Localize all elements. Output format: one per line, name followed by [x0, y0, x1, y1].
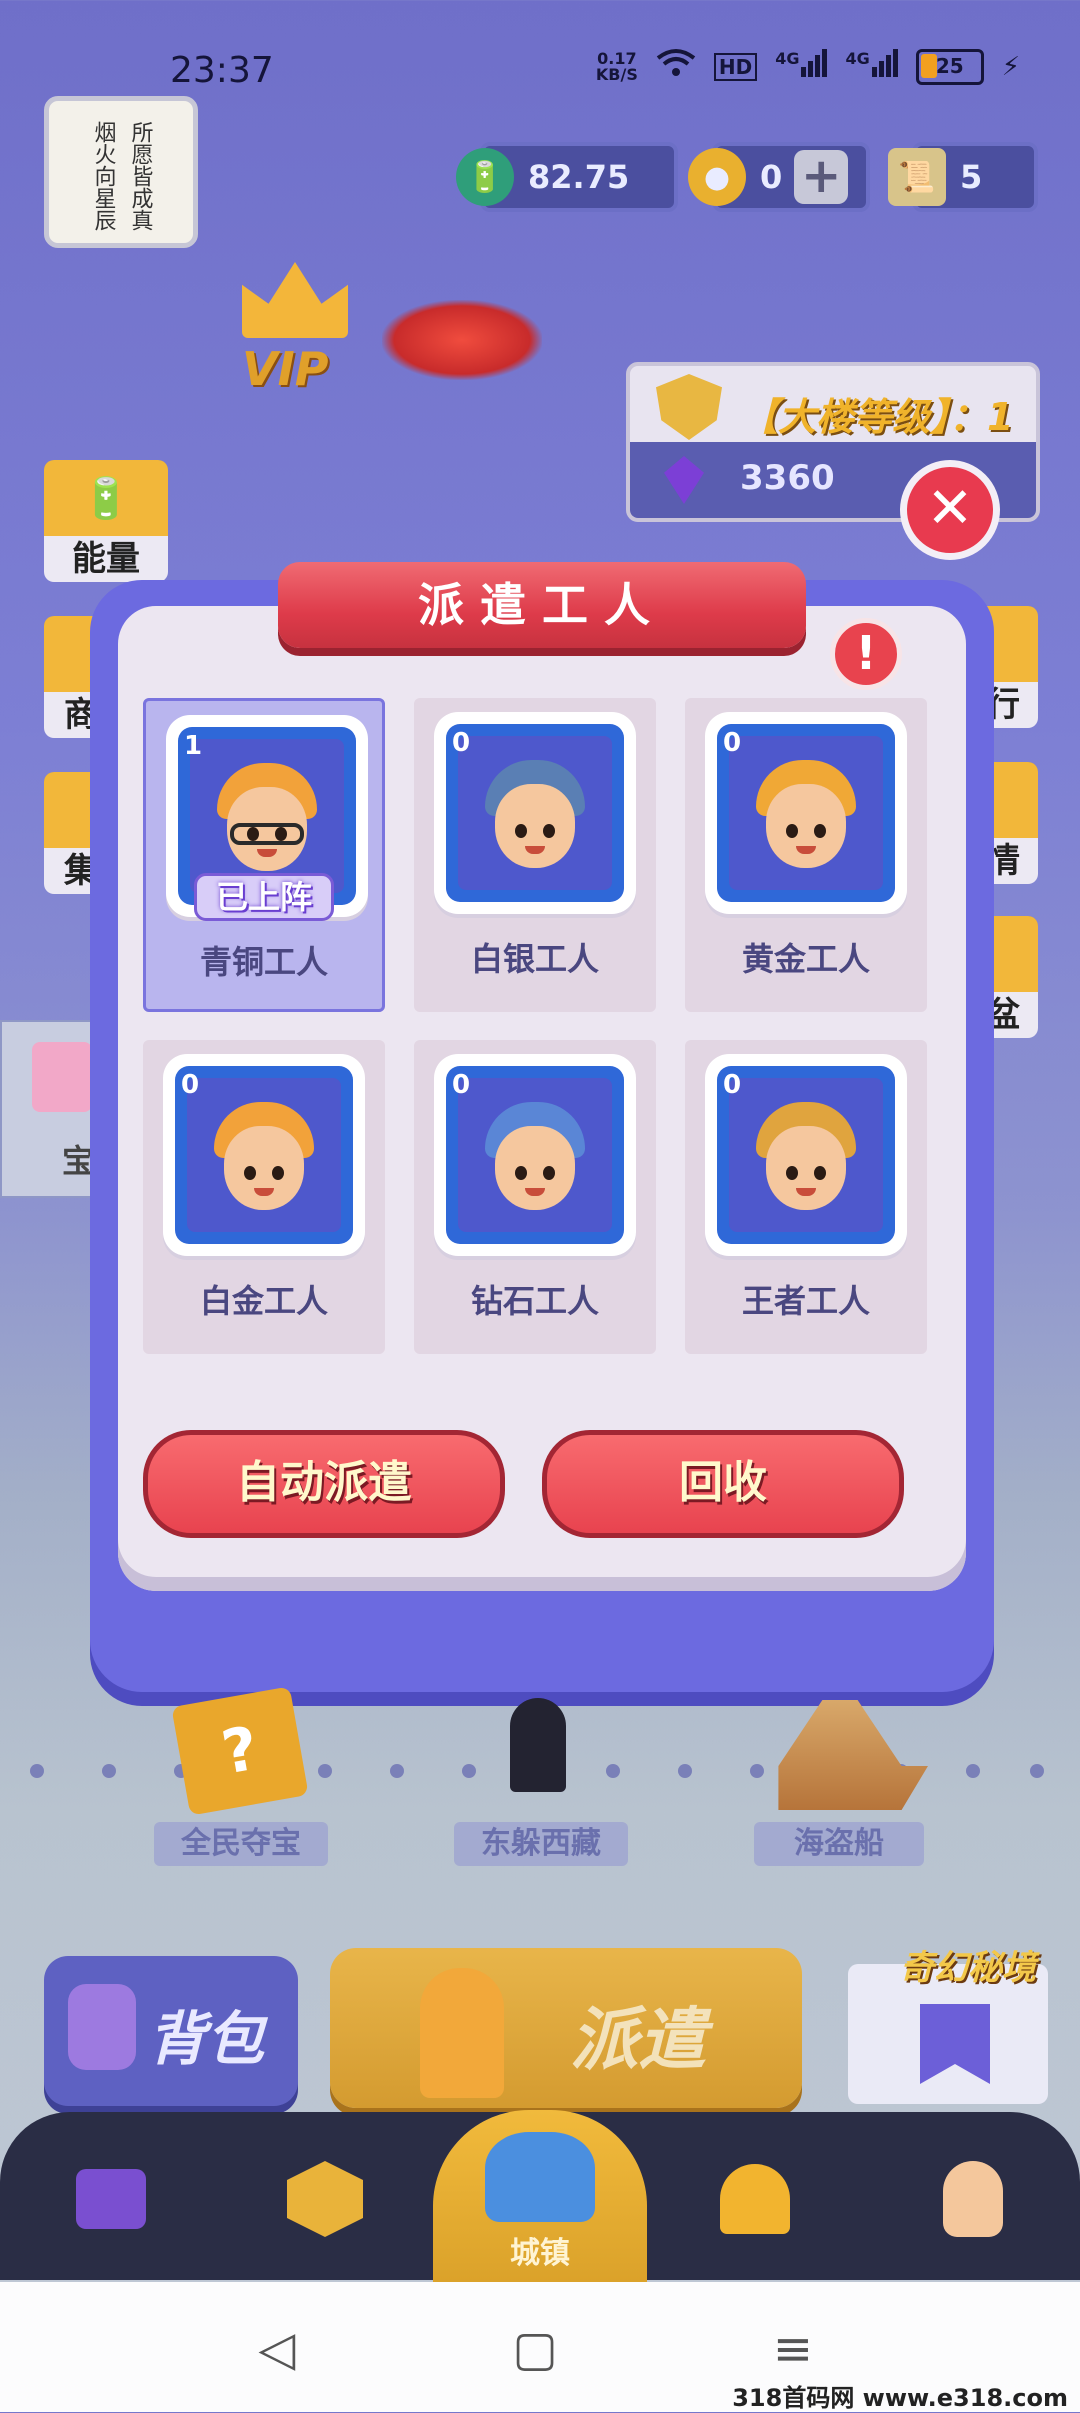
worker-count: 0: [452, 1070, 471, 1100]
mystery-box-icon[interactable]: ?: [171, 1686, 309, 1816]
treasure-bowl-icon[interactable]: [382, 300, 542, 380]
gem-icon: [664, 456, 704, 504]
ninja-icon[interactable]: [510, 1698, 566, 1792]
scroll-icon: 📜: [888, 148, 946, 206]
side-treasure-button[interactable]: 宝: [0, 1020, 104, 1198]
tab-notifications[interactable]: [712, 2156, 798, 2242]
coin-resource[interactable]: ● 0 +: [688, 142, 870, 212]
back-icon[interactable]: ◁: [252, 2324, 302, 2374]
deployed-badge: 已上阵: [194, 873, 334, 921]
worker-card-bronze[interactable]: 1 已上阵 青铜工人: [143, 698, 385, 1012]
gift-box-icon: [32, 1042, 92, 1112]
worker-grid: 1 已上阵 青铜工人 0 白银工人 0 黄金工人 0 白金工人 0 钻石工人 0…: [143, 698, 927, 1354]
worker-name: 钻石工人: [470, 1282, 599, 1320]
player-avatar[interactable]: 烟火向星辰 所愿皆成真: [44, 96, 198, 248]
gem-count: 3360: [740, 458, 835, 498]
dialog-title: 派遣工人: [278, 562, 806, 648]
hd-icon: HD: [713, 52, 758, 81]
worker-card-gold[interactable]: 0 黄金工人: [685, 698, 927, 1012]
star-badge-icon: [287, 2161, 363, 2237]
worker-portrait: [187, 1078, 341, 1232]
backpack-icon: [68, 1984, 136, 2070]
worker-card-king[interactable]: 0 王者工人: [685, 1040, 927, 1354]
worker-portrait: [729, 1078, 883, 1232]
glasses-icon: [230, 823, 304, 845]
battery-energy-icon: 🔋: [456, 148, 514, 206]
worker-count: 0: [452, 728, 471, 758]
home-icon[interactable]: ▢: [510, 2324, 560, 2374]
close-button[interactable]: ✕: [900, 460, 1000, 560]
worker-card-silver[interactable]: 0 白银工人: [414, 698, 656, 1012]
worker-portrait: [458, 736, 612, 890]
backpack-button[interactable]: 背包: [44, 1956, 298, 2106]
crown-icon: [242, 262, 348, 338]
charging-icon: ⚡: [1001, 51, 1020, 82]
status-bar: 23:37 0.17 KB/S HD 4G 4G 25 ⚡: [0, 0, 1080, 110]
worker-card-platinum[interactable]: 0 白金工人: [143, 1040, 385, 1354]
worker-count: 0: [723, 1070, 742, 1100]
signal-icon-2: 4G: [845, 49, 898, 84]
worker-card-diamond[interactable]: 0 钻石工人: [414, 1040, 656, 1354]
bell-icon: [720, 2164, 790, 2234]
worker-name: 王者工人: [741, 1282, 870, 1320]
worker-name: 青铜工人: [199, 943, 328, 981]
building-level-title: 【大楼等级】：1: [740, 395, 1014, 439]
worker-name: 白银工人: [470, 940, 599, 978]
signal-icon: 4G: [775, 49, 828, 84]
worker-count: 0: [723, 728, 742, 758]
status-icons: 0.17 KB/S HD 4G 4G 25 ⚡: [596, 48, 1020, 85]
side-energy-button[interactable]: 🔋 能量: [44, 460, 168, 582]
tab-profile[interactable]: [930, 2156, 1016, 2242]
add-coin-button[interactable]: +: [794, 150, 849, 204]
battery-icon: 25: [915, 48, 984, 85]
tab-badge[interactable]: [282, 2156, 368, 2242]
worker-name: 白金工人: [199, 1282, 328, 1320]
worker-name: 黄金工人: [741, 940, 870, 978]
star-shield-icon: [656, 374, 722, 440]
worker-count: 1: [184, 731, 203, 761]
map-label-hide[interactable]: 东躲西藏: [454, 1822, 628, 1866]
fantasy-realm-label: 奇幻秘境: [900, 1948, 1036, 1988]
map-label-pirate[interactable]: 海盗船: [754, 1822, 924, 1866]
status-time: 23:37: [170, 50, 274, 91]
worker-portrait: [729, 736, 883, 890]
battery-icon-side: 🔋: [44, 460, 168, 536]
wallet-icon: [76, 2169, 146, 2229]
worker-portrait: [190, 739, 344, 893]
wifi-icon: [656, 48, 696, 85]
city-icon: [485, 2132, 595, 2222]
net-speed: 0.17 KB/S: [595, 48, 638, 84]
info-button[interactable]: !: [830, 618, 902, 690]
watermark: 318首码网 www.e318.com: [732, 2384, 1068, 2412]
banner-icon: [920, 2004, 990, 2084]
worker-count: 0: [181, 1070, 200, 1100]
vip-button[interactable]: VIP: [228, 262, 362, 396]
map-label-treasure[interactable]: 全民夺宝: [154, 1822, 328, 1866]
tab-wallet[interactable]: [68, 2156, 154, 2242]
tab-town[interactable]: 城镇: [433, 2110, 647, 2282]
user-avatar-icon: [943, 2161, 1003, 2237]
menu-icon[interactable]: ≡: [768, 2324, 818, 2374]
auto-dispatch-button[interactable]: 自动派遣: [143, 1430, 505, 1538]
pirate-ship-icon[interactable]: [752, 1700, 928, 1810]
scroll-resource[interactable]: 📜 5: [888, 142, 1038, 212]
energy-resource[interactable]: 🔋 82.75: [456, 142, 678, 212]
recycle-button[interactable]: 回收: [542, 1430, 904, 1538]
worker-hammer-icon: [420, 1968, 504, 2098]
worker-portrait: [458, 1078, 612, 1232]
dispatch-button[interactable]: 派遣: [330, 1948, 802, 2108]
coin-icon: ●: [688, 148, 746, 206]
